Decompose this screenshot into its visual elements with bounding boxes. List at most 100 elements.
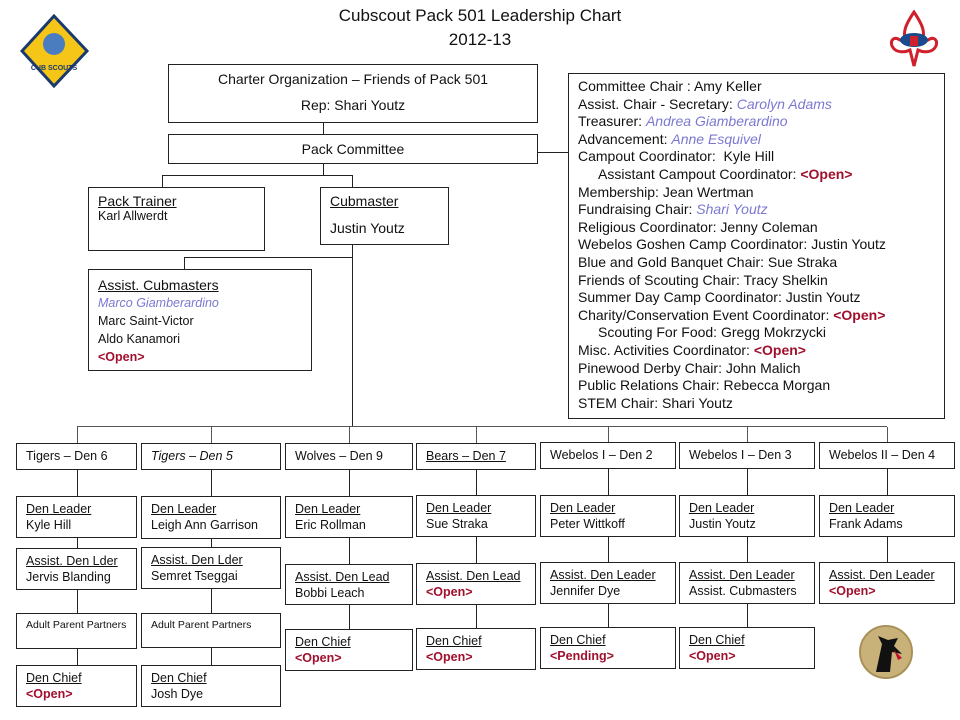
- committee-role: Scouting For Food: Gregg Mokrzycki: [578, 324, 935, 342]
- connector: [608, 537, 609, 562]
- den-role-box: Den Leader Peter Wittkoff: [540, 495, 676, 537]
- committee-role-member: Sue Straka: [767, 253, 838, 270]
- connector: [162, 175, 163, 187]
- committee-role-member: Gregg Mokrzycki: [720, 324, 826, 341]
- den-role-box: Assist. Den Leader <Open>: [819, 562, 955, 604]
- connector: [476, 605, 477, 628]
- committee-role: Committee Chair : Amy Keller: [578, 78, 935, 96]
- committee-role: Assist. Chair - Secretary: Carolyn Adams: [578, 96, 935, 114]
- connector: [352, 175, 353, 187]
- connector: [887, 469, 888, 495]
- den-role-box: Den Chief <Open>: [679, 627, 815, 669]
- connector: [323, 122, 324, 134]
- den-role-box: Den Chief <Open>: [416, 628, 536, 670]
- cubmaster-name: Justin Youtz: [330, 220, 405, 236]
- pack-trainer-box: Pack Trainer Karl Allwerdt: [88, 187, 265, 251]
- committee-role-member: Rebecca Morgan: [723, 377, 831, 394]
- den-role-member: <Pending>: [550, 649, 614, 663]
- den-role-member: Frank Adams: [829, 517, 903, 531]
- den-role-title: Adult Parent Partners: [26, 619, 127, 631]
- den-role-member: Semret Tseggai: [151, 569, 238, 583]
- committee-role-label: Pinewood Derby Chair:: [578, 359, 726, 376]
- connector: [747, 469, 748, 495]
- chart-title: Cubscout Pack 501 Leadership Chart: [338, 6, 622, 25]
- den-role-box: Den Leader Kyle Hill: [16, 496, 137, 538]
- pack-committee-box: Pack Committee: [168, 134, 538, 164]
- den-role-title: Den Chief: [295, 635, 351, 649]
- committee-role-label: Assistant Campout Coordinator:: [598, 165, 801, 182]
- webelos-patch-icon: [859, 625, 913, 679]
- committee-role: Membership: Jean Wertman: [578, 184, 935, 202]
- committee-role: Pinewood Derby Chair: John Malich: [578, 360, 935, 378]
- den-role-member: <Open>: [689, 649, 736, 663]
- assist-cubmaster-name: Aldo Kanamori: [98, 332, 180, 346]
- den-role-member: Josh Dye: [151, 687, 204, 701]
- den-role-title: Den Leader: [151, 502, 217, 516]
- committee-role-member: Amy Keller: [693, 78, 762, 94]
- connector: [323, 163, 324, 175]
- assist-cubmaster-name: Marco Giamberardino: [98, 296, 219, 310]
- den-header-box: Bears – Den 7: [416, 443, 536, 470]
- den-role-title: Den Leader: [26, 502, 92, 516]
- committee-role: Campout Coordinator: Kyle Hill: [578, 148, 935, 166]
- committee-role-member: Shari Youtz: [662, 394, 733, 411]
- committee-role-label: Campout Coordinator:: [578, 148, 724, 165]
- den-role-member: Assist. Cubmasters: [689, 584, 797, 598]
- assist-cubmasters-box: Assist. Cubmasters Marco Giamberardino Ma…: [88, 269, 312, 371]
- committee-role-label: Blue and Gold Banquet Chair:: [578, 253, 768, 270]
- den-role-box: Den Leader Sue Straka: [416, 495, 536, 537]
- den-role-title: Assist. Den Lder: [151, 553, 243, 567]
- committee-role-member: Tracy Shelkin: [743, 271, 828, 288]
- committee-role-label: Friends of Scouting Chair:: [578, 271, 744, 288]
- den-role-title: Assist. Den Leader: [550, 568, 656, 582]
- connector: [608, 604, 609, 627]
- den-header-box: Webelos I – Den 3: [679, 442, 815, 469]
- den-role-box: Adult Parent Partners: [141, 613, 281, 648]
- den-role-member: <Open>: [295, 651, 342, 665]
- den-name: Wolves – Den 9: [295, 449, 384, 463]
- committee-role-label: Scouting For Food:: [598, 324, 721, 341]
- den-name: Tigers – Den 6: [26, 449, 108, 463]
- den-name: Webelos I – Den 2: [550, 448, 653, 462]
- committee-role-label: Public Relations Chair:: [578, 377, 724, 394]
- den-role-member: Jervis Blanding: [26, 570, 111, 584]
- committee-role-member: Jenny Coleman: [720, 218, 818, 235]
- committee-role-label: Religious Coordinator:: [578, 218, 721, 235]
- connector: [349, 605, 350, 629]
- connector: [211, 539, 212, 547]
- connector: [747, 537, 748, 562]
- committee-role-label: Committee Chair :: [578, 78, 694, 94]
- committee-role: Advancement: Anne Esquivel: [578, 131, 935, 149]
- connector: [211, 589, 212, 613]
- den-role-member: Eric Rollman: [295, 518, 366, 532]
- cubmaster-title: Cubmaster: [330, 193, 399, 209]
- den-role-box: Assist. Den Lder Semret Tseggai: [141, 547, 281, 589]
- committee-role: Blue and Gold Banquet Chair: Sue Straka: [578, 254, 935, 272]
- committee-members-box: Committee Chair : Amy Keller Assist. Chai…: [568, 73, 945, 419]
- connector: [77, 649, 78, 665]
- den-role-title: Den Leader: [426, 501, 492, 515]
- connector: [476, 427, 477, 443]
- committee-role-label: Webelos Goshen Camp Coordinator:: [578, 236, 812, 253]
- connector: [747, 427, 748, 442]
- den-role-title: Assist. Den Lead: [426, 569, 521, 583]
- den-role-member: <Open>: [829, 584, 876, 598]
- den-role-member: Bobbi Leach: [295, 586, 365, 600]
- den-role-box: Assist. Den Leader Assist. Cubmasters: [679, 562, 815, 604]
- den-role-member: Jennifer Dye: [550, 584, 621, 598]
- committee-role-label: Charity/Conservation Event Coordinator:: [578, 306, 834, 323]
- cub-scout-logo-icon: CUB SCOUTS: [20, 14, 90, 88]
- charter-organization-name: Charter Organization – Friends of Pack 5…: [217, 71, 489, 87]
- connector: [77, 470, 78, 496]
- den-role-box: Assist. Den Lder Jervis Blanding: [16, 548, 137, 590]
- bsa-fleur-de-lis-icon: [890, 10, 938, 67]
- den-role-box: Den Chief <Pending>: [540, 627, 676, 669]
- connector: [162, 175, 353, 176]
- den-role-title: Den Chief: [26, 671, 82, 685]
- committee-role: Treasurer: Andrea Giamberardino: [578, 113, 935, 131]
- connector: [747, 604, 748, 627]
- connector: [476, 470, 477, 495]
- den-role-title: Den Leader: [295, 502, 361, 516]
- committee-role-member: Justin Youtz: [785, 289, 861, 306]
- den-role-title: Assist. Den Lead: [295, 570, 390, 584]
